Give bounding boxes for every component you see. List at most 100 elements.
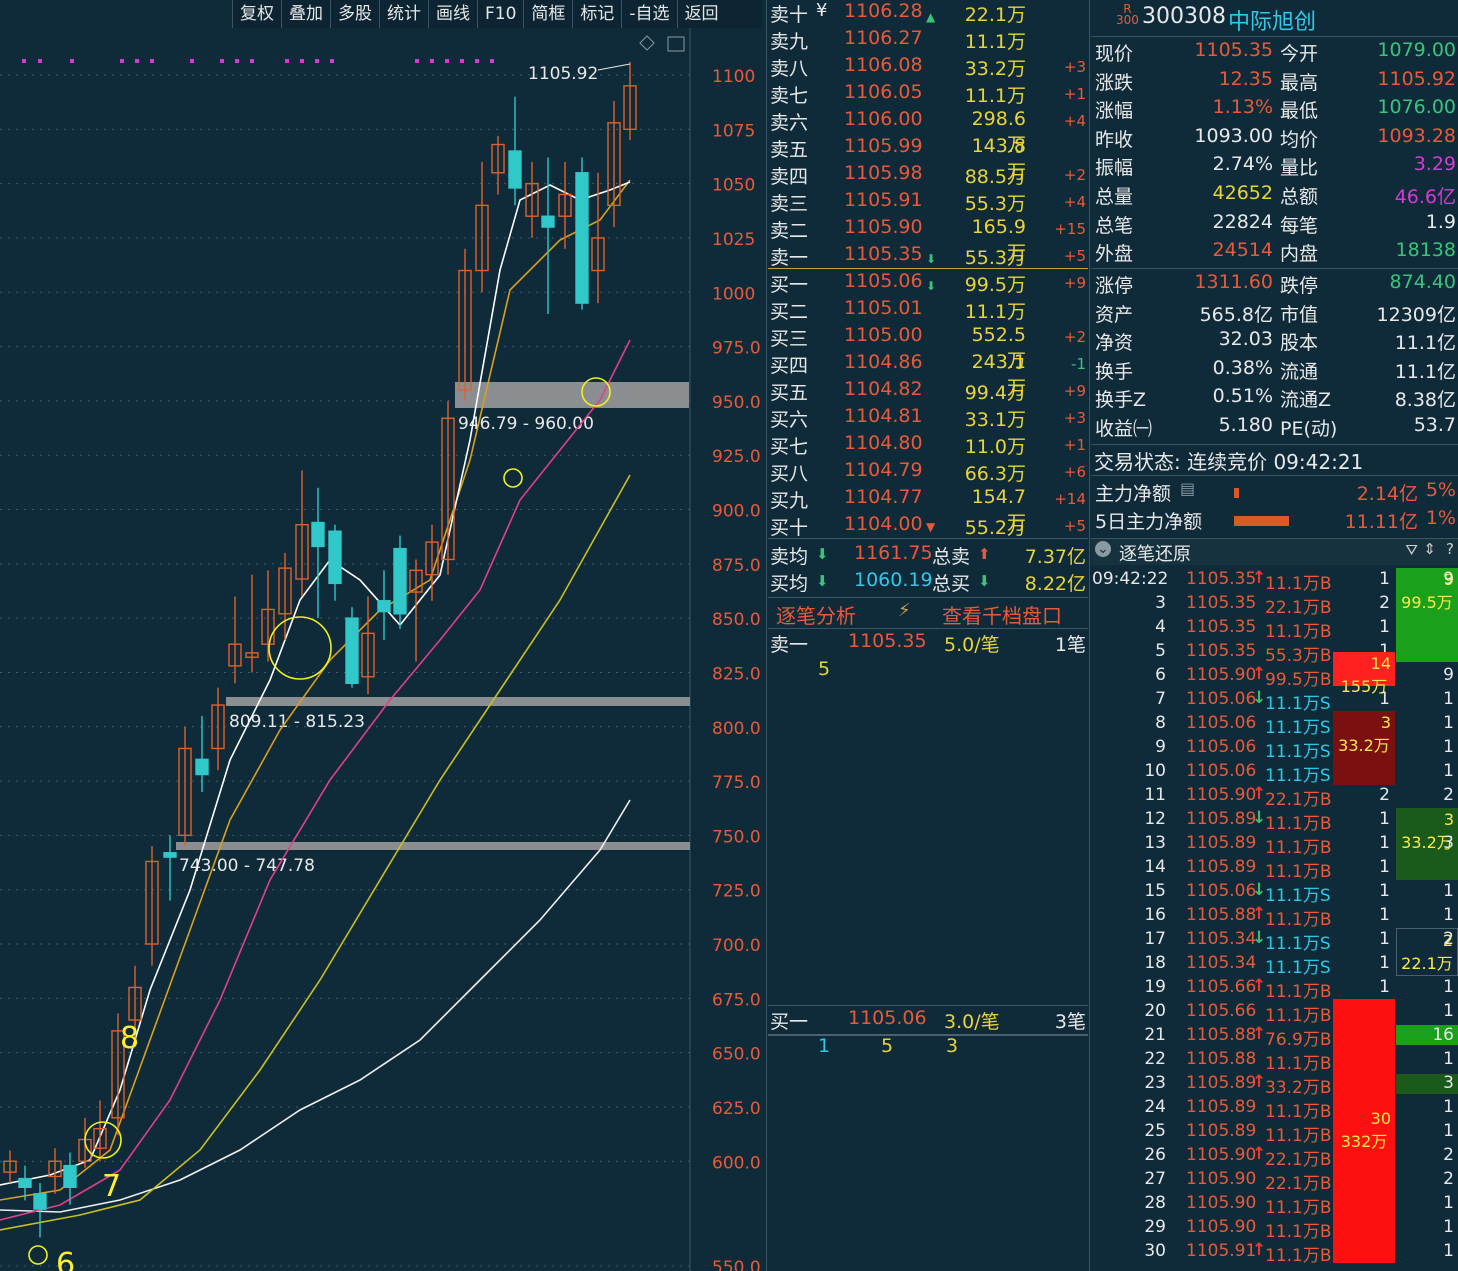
level-label: 卖六 — [770, 112, 809, 134]
tick-count: 1 — [1379, 953, 1390, 973]
level-label: 卖四 — [770, 166, 809, 188]
level-label: 买一 — [770, 274, 809, 296]
arrow-down-icon: ⬇ — [816, 545, 829, 563]
level-price: 1106.00 — [844, 108, 923, 130]
quote-label: 流通Z — [1280, 389, 1332, 412]
tick-right-count: 1 — [1443, 1001, 1454, 1021]
quote-value: 8.38亿 — [1394, 389, 1456, 412]
y-tick-label: 1100 — [712, 67, 755, 87]
signal-dot — [285, 59, 289, 63]
tick-time: 30 — [1144, 1241, 1166, 1261]
signal-dot — [445, 59, 449, 63]
level-label: 卖十 — [770, 4, 809, 26]
tick-row: 15 1105.06 ↓ 11.1万S 1 — [1092, 880, 1392, 906]
ask-row: 卖八 1106.08 33.2万 +3 — [768, 54, 1088, 81]
bid-row: 买二 1105.01 11.1万 — [768, 297, 1088, 324]
toolbar-button[interactable]: 标记 — [572, 0, 621, 28]
divider — [1091, 36, 1458, 37]
quote-value: 0.38% — [1212, 356, 1273, 379]
tick-price: 1105.89 — [1186, 1097, 1257, 1117]
toolbar-button[interactable]: 简框 — [523, 0, 572, 28]
quote-label: 今开 — [1280, 43, 1319, 65]
tick-time: 12 — [1144, 809, 1166, 829]
quote-value: 1079.00 — [1377, 39, 1456, 61]
block-count: 3 — [1443, 810, 1454, 829]
level-price: 1105.35 — [844, 243, 923, 265]
toolbar-button[interactable]: -自选 — [621, 0, 676, 28]
bid-queue-per: 3.0/笔 — [944, 1011, 1000, 1033]
tick-volume: 22.1万B — [1265, 790, 1332, 810]
bid-queue-count: 3笔 — [1054, 1011, 1086, 1033]
tick-time: 21 — [1144, 1025, 1166, 1045]
tick-count: 1 — [1379, 809, 1390, 829]
ma-line-pink — [0, 339, 631, 1221]
tab-tick-analysis[interactable]: 逐笔分析 — [776, 600, 856, 629]
toolbar-button[interactable]: 返回 — [676, 0, 726, 28]
tick-time: 19 — [1144, 977, 1166, 997]
quote-row: 涨跌 12.35 最高 1105.92 — [1092, 67, 1458, 95]
tab-depth-queue[interactable]: 查看千档盘口 — [942, 600, 1062, 629]
chevron-down-icon[interactable]: ⌄ — [1095, 541, 1111, 557]
lightning-icon[interactable]: ⚡ — [898, 600, 911, 621]
ask-row: 卖九 1106.27 11.1万 — [768, 27, 1088, 54]
quote-row: 总笔 22824 每笔 1.9 — [1092, 210, 1458, 238]
tick-right-count: 1 — [1443, 1241, 1454, 1261]
level-change: +15 — [1054, 220, 1086, 238]
help-icon[interactable]: ? — [1446, 540, 1454, 558]
chart-toolbar: 复权 叠加 多股 统计 画线 F10 简框 标记 -自选 返回 — [232, 0, 762, 28]
tick-volume: 11.1万B — [1265, 862, 1332, 882]
level-change: +5 — [1063, 517, 1086, 535]
block-count: 30 — [1370, 1109, 1391, 1128]
quote-row: 总量 42652 总额 46.6亿 — [1092, 181, 1458, 209]
stock-name[interactable]: 中际旭创 — [1228, 4, 1316, 36]
quote-label: PE(动) — [1280, 418, 1338, 440]
capital-pct: 5% — [1425, 479, 1456, 501]
y-tick-label: 725.0 — [712, 882, 761, 902]
toolbar-button[interactable]: F10 — [477, 0, 523, 28]
quote-value: 874.40 — [1389, 271, 1456, 293]
trade-status: 交易状态: 连续竞价 09:42:21 — [1094, 450, 1364, 474]
tick-volume: 11.1万S — [1265, 766, 1331, 786]
y-tick-label: 850.0 — [712, 610, 761, 630]
tick-price: 1105.90 — [1186, 1217, 1257, 1237]
tick-time: 09:42:22 — [1092, 569, 1169, 589]
ask-row: 卖四 1105.98 88.5万 +2 — [768, 162, 1088, 189]
tick-time: 7 — [1155, 689, 1166, 709]
signal-dot — [315, 59, 319, 63]
bid-queue-item: 1 — [818, 1035, 831, 1057]
ma-line-gold — [0, 179, 631, 1201]
y-tick-label: 950.0 — [712, 393, 761, 413]
level-price: 1105.90 — [844, 216, 923, 238]
sort-icon[interactable]: ⇕ — [1423, 540, 1436, 558]
level-change: +2 — [1063, 166, 1086, 184]
tick-row: 4 1105.35 11.1万B 1 — [1092, 616, 1392, 642]
filter-icon[interactable]: ⛛ — [1405, 541, 1418, 559]
level-label: 买九 — [770, 490, 809, 512]
toolbar-button[interactable]: 统计 — [379, 0, 428, 28]
y-tick-label: 1075 — [712, 121, 755, 141]
support-zone — [226, 697, 690, 706]
signal-dot — [300, 59, 304, 63]
tick-row: 14 1105.89 11.1万B 1 — [1092, 856, 1392, 882]
level-volume: 88.5万 — [964, 166, 1026, 188]
kline-chart[interactable]: 1100 1075 1050 1025 1000 975.0 950.0 925.0 900.0… — [0, 0, 768, 1271]
capital-label: 5日主力净额 — [1095, 511, 1203, 533]
bid-row: 买九 1104.77 154.7万 +14 — [768, 486, 1088, 534]
ask-queue-item: 5 — [818, 658, 831, 680]
level-label: 卖二 — [770, 220, 809, 242]
level-change: +14 — [1054, 490, 1086, 508]
quote-value: 1.9 — [1425, 210, 1456, 233]
quote-label: 总量 — [1095, 186, 1134, 208]
y-tick-label: 650.0 — [712, 1045, 761, 1065]
tick-volume: 11.1万S — [1265, 718, 1331, 738]
toolbar-button[interactable]: 多股 — [330, 0, 379, 28]
tick-row: 16 1105.88 ↑ 11.1万B 1 — [1092, 904, 1392, 930]
block-volume: 33.2万 — [1338, 736, 1390, 755]
list-icon[interactable]: ▤ — [1180, 479, 1195, 498]
tick-time: 3 — [1155, 593, 1166, 613]
toolbar-button[interactable]: 画线 — [428, 0, 477, 28]
toolbar-button[interactable]: 叠加 — [281, 0, 330, 28]
tick-volume: 76.9万B — [1265, 1030, 1332, 1050]
divider — [1089, 0, 1090, 1271]
toolbar-button[interactable]: 复权 — [232, 0, 281, 28]
